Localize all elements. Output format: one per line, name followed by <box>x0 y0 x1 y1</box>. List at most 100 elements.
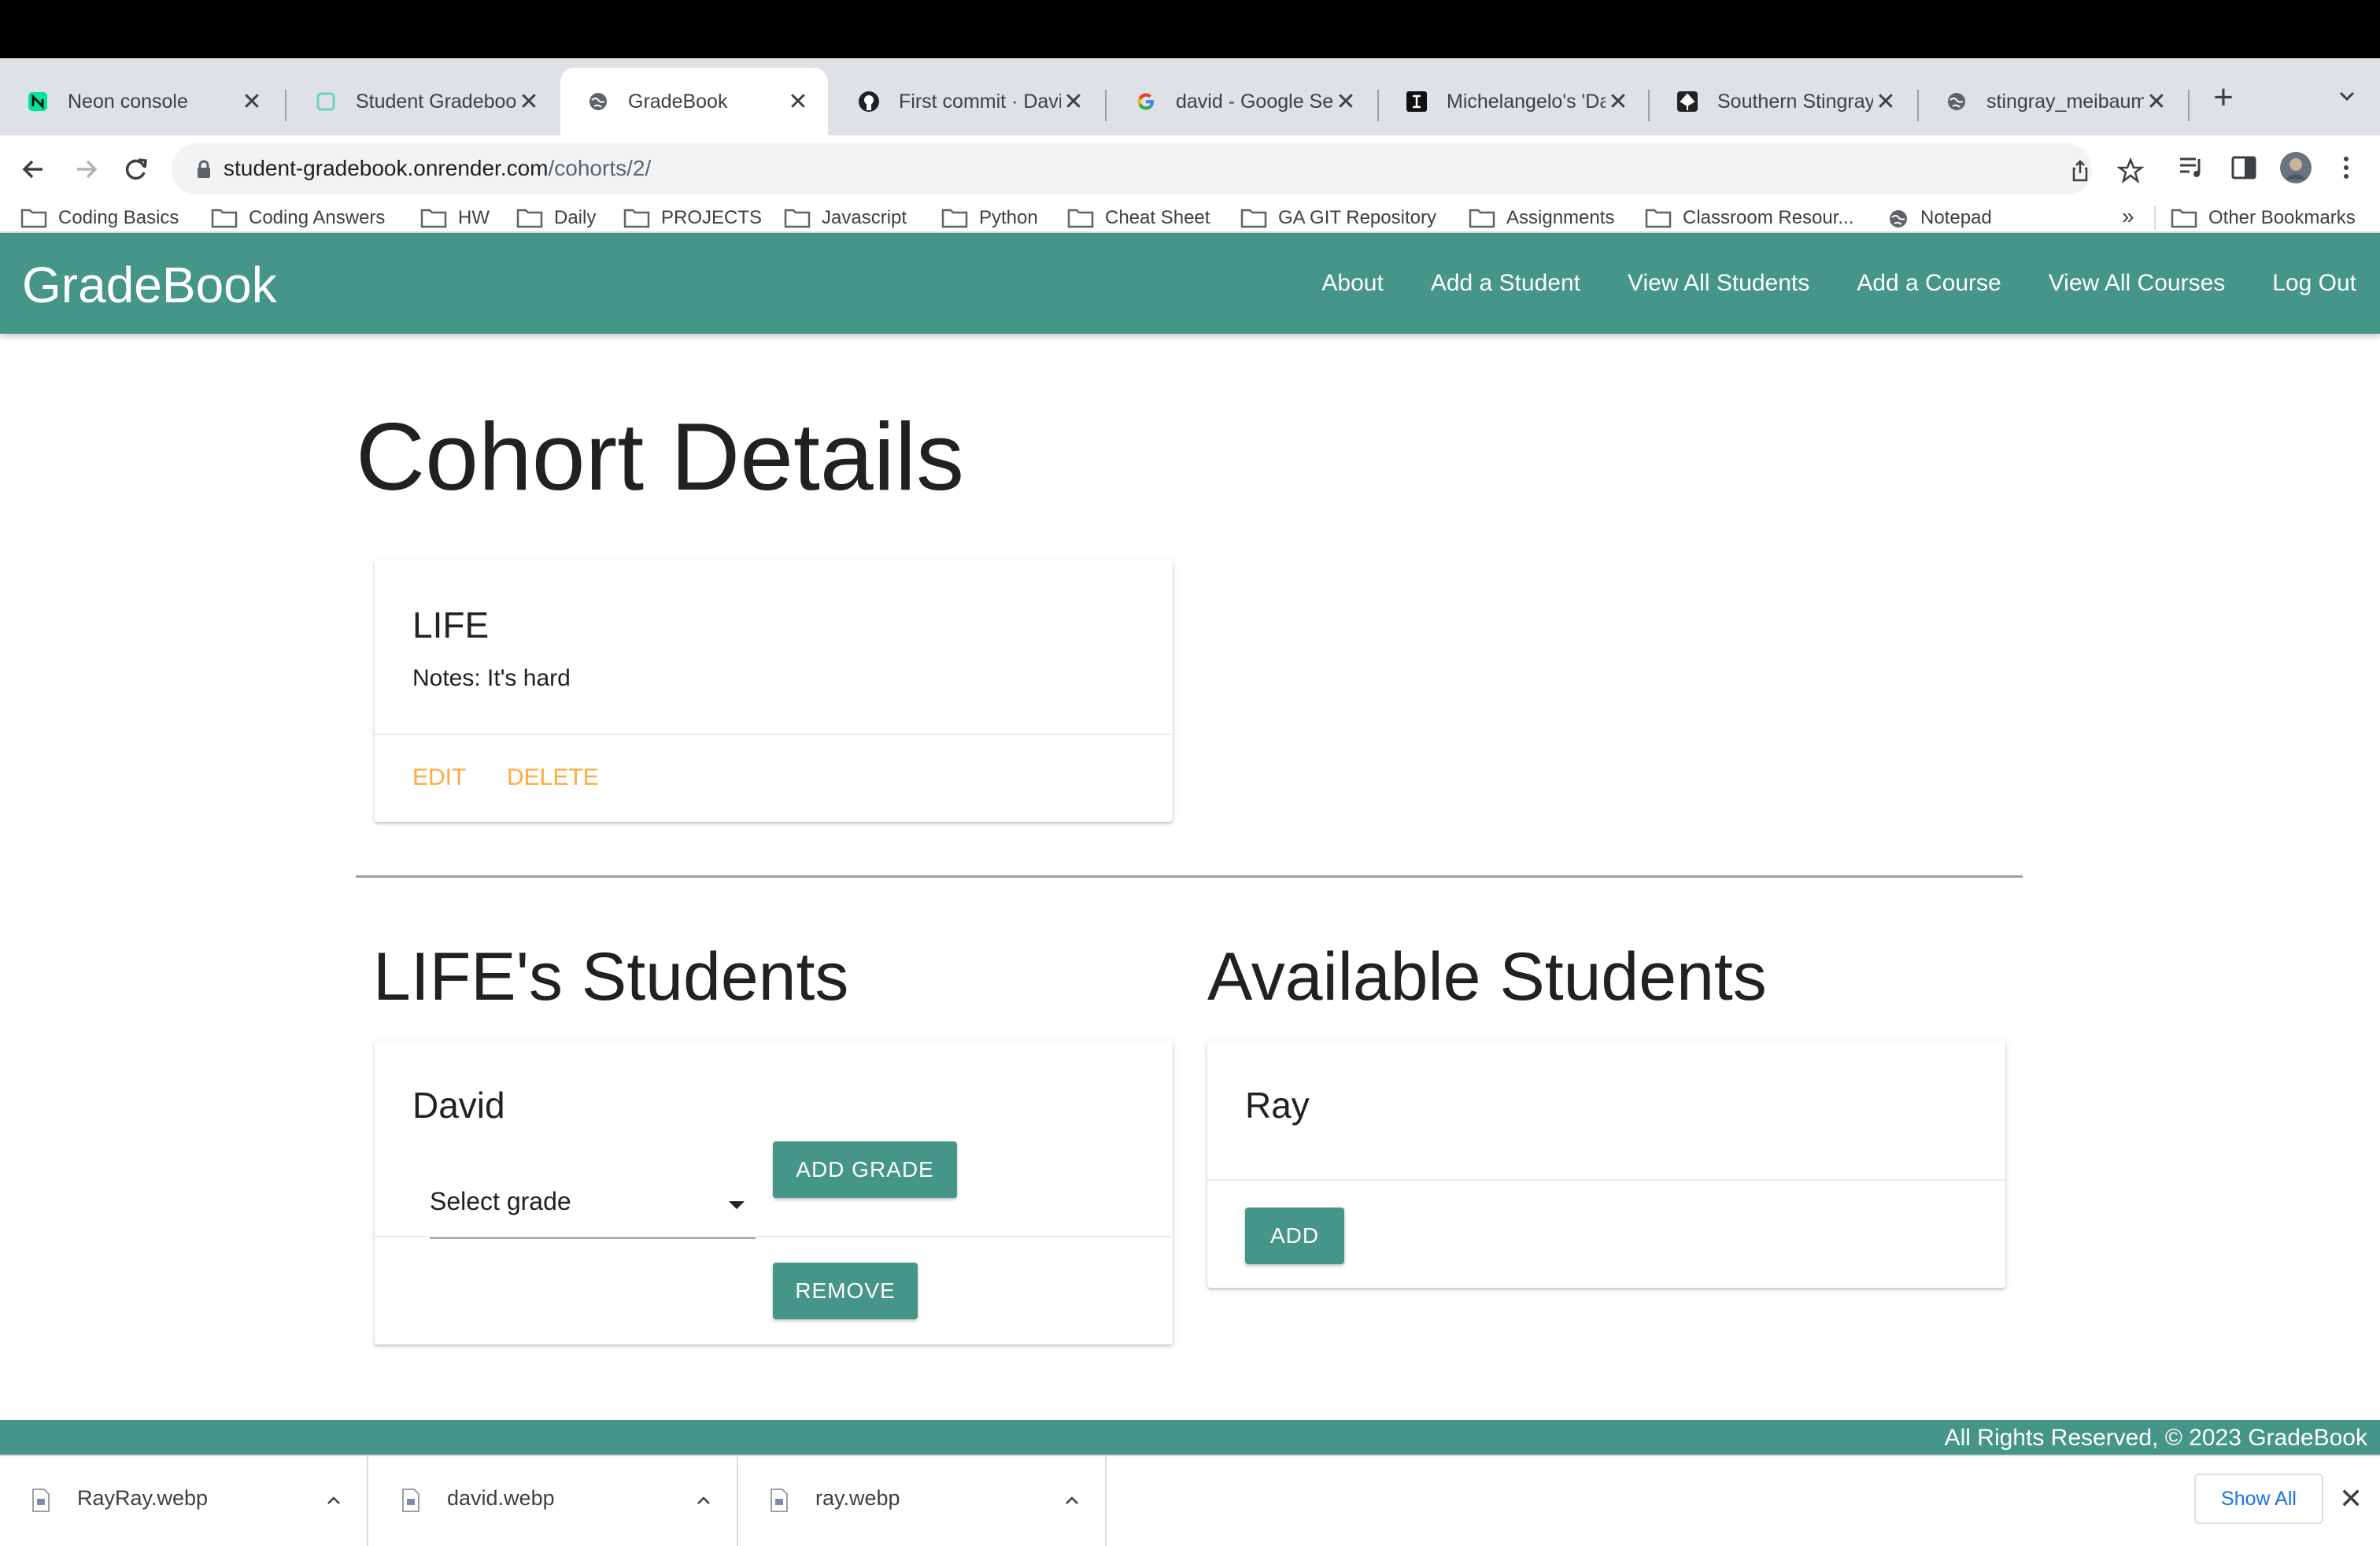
nav-add-course[interactable]: Add a Course <box>1857 270 2001 297</box>
back-arrow-icon[interactable] <box>16 151 52 187</box>
bookmark-cheat-sheet[interactable]: Cheat Sheet <box>1067 203 1210 233</box>
bookmark-coding-answers[interactable]: Coding Answers <box>211 203 385 233</box>
new-tab-button[interactable]: + <box>2204 76 2243 120</box>
edit-cohort-link[interactable]: EDIT <box>412 762 466 793</box>
url-text[interactable]: student-gradebook.onrender.com/cohorts/2… <box>224 156 651 181</box>
bookmarks-overflow-button[interactable]: » <box>2122 203 2134 230</box>
bookmark-label: Coding Answers <box>249 207 386 228</box>
bookmark-notepad[interactable]: Notepad <box>1887 203 1992 233</box>
bookmark-ga-git-repository[interactable]: GA GIT Repository <box>1240 203 1436 233</box>
add-grade-button[interactable]: ADD GRADE <box>773 1141 957 1198</box>
lock-icon[interactable] <box>192 157 216 181</box>
folder-icon <box>1645 208 1672 228</box>
chevron-up-icon[interactable] <box>694 1491 713 1510</box>
app-navbar: GradeBook About Add a Student View All S… <box>0 233 2380 334</box>
download-filename: ray.webp <box>815 1486 900 1510</box>
cohort-name: LIFE <box>412 605 490 645</box>
profile-avatar[interactable] <box>2279 151 2312 184</box>
tab-close-icon[interactable]: ✕ <box>239 88 264 116</box>
grade-select[interactable]: Select grade <box>430 1171 756 1239</box>
nav-links: About Add a Student View All Students Ad… <box>1274 233 2356 334</box>
url-host: student-gradebook.onrender.com <box>224 156 549 180</box>
tab-close-icon[interactable]: ✕ <box>1333 88 1358 116</box>
bookmark-label: Daily <box>554 207 597 228</box>
download-filename: david.webp <box>447 1486 555 1510</box>
tab-separator <box>285 90 286 121</box>
bookmark-other-bookmarks[interactable]: Other Bookmarks <box>2171 203 2356 233</box>
show-all-downloads-button[interactable]: Show All <box>2194 1474 2323 1524</box>
chevron-up-icon[interactable] <box>324 1491 343 1510</box>
tab-michelangelo[interactable]: Michelangelo's 'David' ✕ <box>1379 68 1648 135</box>
brand-logo[interactable]: GradeBook <box>22 257 277 313</box>
page-title: Cohort Details <box>356 403 964 510</box>
side-panel-icon[interactable] <box>2227 151 2260 184</box>
remove-student-button[interactable]: REMOVE <box>773 1263 918 1319</box>
section-divider <box>356 875 2023 878</box>
tab-search-chevron-icon[interactable] <box>2330 79 2364 113</box>
bookmark-label: Classroom Resour... <box>1683 207 1854 228</box>
tab-neon-console[interactable]: Neon console ✕ <box>0 68 282 135</box>
bookmark-star-icon[interactable] <box>2116 157 2145 184</box>
bookmark-assignments[interactable]: Assignments <box>1469 203 1614 233</box>
bookmark-projects[interactable]: PROJECTS <box>623 203 762 233</box>
address-bar[interactable]: student-gradebook.onrender.com/cohorts/2… <box>172 143 2092 195</box>
bookmark-classroom-resources[interactable]: Classroom Resour... <box>1645 203 1853 233</box>
tab-close-icon[interactable]: ✕ <box>2144 88 2169 116</box>
tab-close-icon[interactable]: ✕ <box>785 88 811 116</box>
download-item[interactable]: david.webp <box>370 1456 738 1546</box>
close-shelf-icon[interactable]: ✕ <box>2339 1483 2363 1515</box>
bookmark-hw[interactable]: HW <box>420 203 490 233</box>
download-item[interactable]: ray.webp <box>738 1456 1107 1546</box>
download-item[interactable]: RayRay.webp <box>0 1456 368 1546</box>
render-icon <box>313 89 338 114</box>
delete-cohort-link[interactable]: DELETE <box>507 762 599 793</box>
tab-stingray-meibaum[interactable]: stingray_meibaum ✕ <box>1919 68 2186 135</box>
tab-close-icon[interactable]: ✕ <box>1061 88 1086 116</box>
nav-log-out[interactable]: Log Out <box>2272 270 2356 297</box>
bookmark-javascript[interactable]: Javascript <box>784 203 907 233</box>
bookmark-python[interactable]: Python <box>941 203 1038 233</box>
share-icon[interactable] <box>2067 157 2094 184</box>
bookmark-coding-basics[interactable]: Coding Basics <box>20 203 179 233</box>
tab-github-commit[interactable]: First commit · David ✕ <box>831 68 1103 135</box>
cohort-notes: Notes: It's hard <box>412 665 571 691</box>
tab-google-search[interactable]: david - Google Search ✕ <box>1108 68 1376 135</box>
page-footer: All Rights Reserved, © 2023 GradeBook <box>0 1420 2380 1455</box>
folder-icon <box>623 208 650 228</box>
student-name: Ray <box>1245 1085 1310 1126</box>
nav-about[interactable]: About <box>1321 270 1383 297</box>
tab-southern-stingray[interactable]: Southern Stingray ✕ <box>1650 68 1916 135</box>
tab-gradebook[interactable]: GradeBook ✕ <box>560 68 828 135</box>
kebab-menu-icon[interactable] <box>2330 151 2363 184</box>
available-students-heading: Available Students <box>1207 939 1767 1015</box>
globe-icon <box>1887 208 1909 228</box>
bookmarks-divider <box>2154 206 2156 230</box>
media-queue-icon[interactable] <box>2175 151 2208 184</box>
forward-arrow-icon[interactable] <box>68 151 104 187</box>
tab-separator <box>2188 90 2190 121</box>
nav-add-student[interactable]: Add a Student <box>1431 270 1580 297</box>
nav-view-all-courses[interactable]: View All Courses <box>2049 270 2226 297</box>
bookmark-label: Coding Basics <box>58 207 179 228</box>
google-icon <box>1133 89 1159 114</box>
add-student-button[interactable]: ADD <box>1245 1208 1344 1264</box>
chevron-up-icon[interactable] <box>1062 1491 1081 1510</box>
github-icon <box>856 89 881 114</box>
bookmark-label: HW <box>458 207 490 228</box>
reload-icon[interactable] <box>118 151 154 187</box>
tab-title: First commit · David <box>899 90 1061 113</box>
tab-close-icon[interactable]: ✕ <box>1606 88 1631 116</box>
browser-toolbar: student-gradebook.onrender.com/cohorts/2… <box>0 135 2380 203</box>
tab-close-icon[interactable]: ✕ <box>1873 88 1898 116</box>
neon-icon <box>25 89 50 114</box>
tab-student-gradebook[interactable]: Student Gradebook ✕ <box>288 68 559 135</box>
bookmark-label: Other Bookmarks <box>2208 207 2356 228</box>
folder-icon <box>516 208 543 228</box>
folder-icon <box>1067 208 1094 228</box>
bookmark-label: PROJECTS <box>661 207 763 228</box>
folder-icon <box>1469 208 1495 228</box>
bookmark-label: Assignments <box>1506 207 1615 228</box>
bookmark-daily[interactable]: Daily <box>516 203 596 233</box>
nav-view-all-students[interactable]: View All Students <box>1628 270 1809 297</box>
tab-close-icon[interactable]: ✕ <box>516 88 541 116</box>
